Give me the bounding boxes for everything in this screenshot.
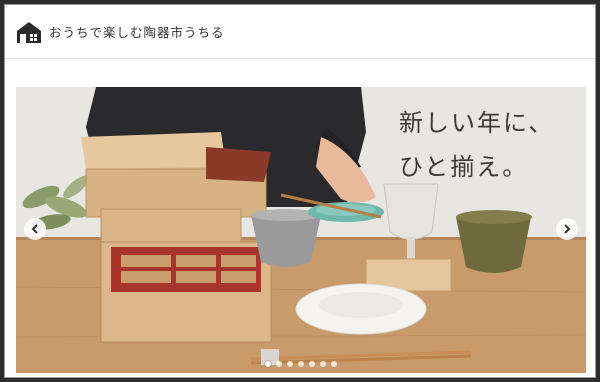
page-frame: おうちで楽しむ陶器市うちる 新しい年に、 ひと揃え。 [4,4,596,378]
slide-dot[interactable] [331,361,337,367]
slide-dot[interactable] [287,361,293,367]
headline-line-1: 新しい年に、 [399,109,555,137]
site-title[interactable]: おうちで楽しむ陶器市うちる [49,22,225,41]
slide-dot[interactable] [320,361,326,367]
chevron-left-icon [31,224,38,234]
slide-dot[interactable] [265,361,271,367]
slide-dot[interactable] [309,361,315,367]
headline-line-2: ひと揃え。 [399,153,529,181]
slide-dot[interactable] [298,361,304,367]
house-icon[interactable] [15,20,43,44]
hero-slider[interactable]: 新しい年に、 ひと揃え。 [16,87,586,373]
slide-dot[interactable] [276,361,282,367]
slide-pagination [16,361,586,367]
prev-slide-button[interactable] [24,218,46,240]
slide-headline: 新しい年に、 ひと揃え。 [399,101,574,189]
next-slide-button[interactable] [556,218,578,240]
site-header: おうちで楽しむ陶器市うちる [5,5,595,59]
chevron-right-icon [564,224,571,234]
